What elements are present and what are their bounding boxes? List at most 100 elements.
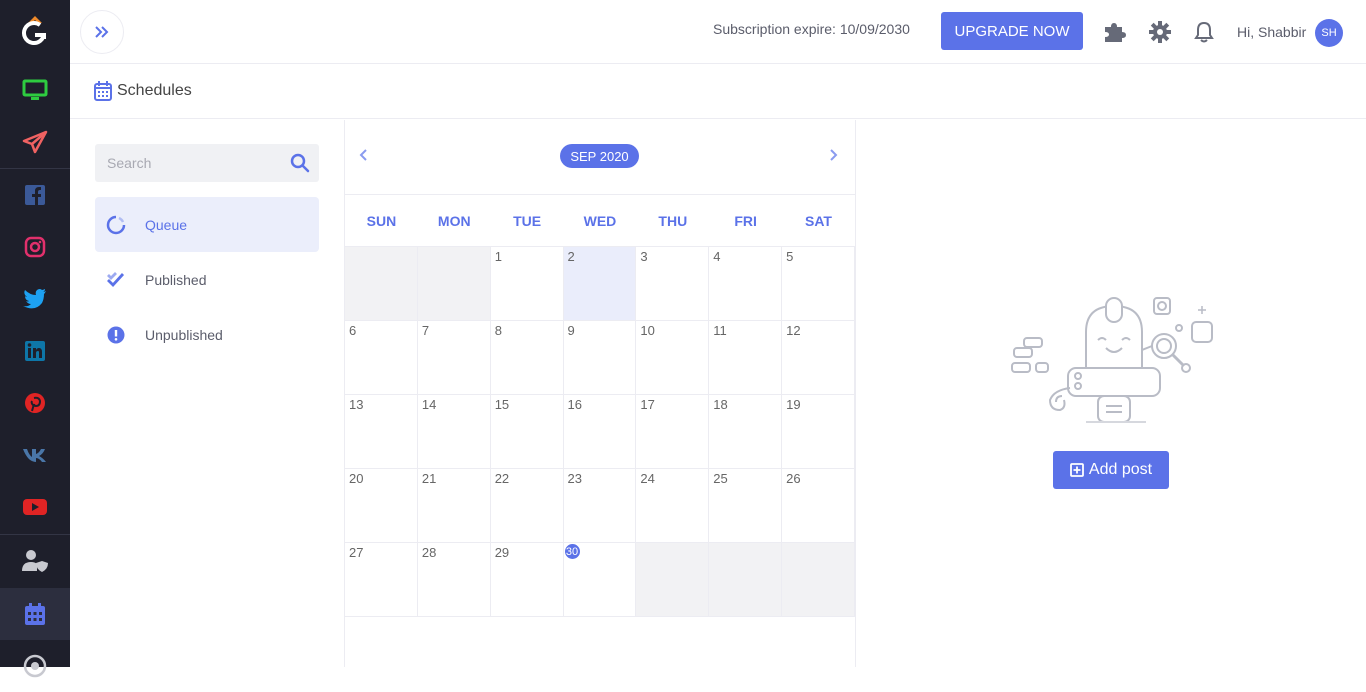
calendar-day-cell[interactable]: 30 [563, 543, 637, 617]
month-label[interactable]: SEP 2020 [560, 144, 639, 168]
filter-published[interactable]: Published [95, 252, 319, 307]
calendar-day-cell[interactable]: 27 [345, 543, 418, 617]
calendar-day-cell[interactable]: 13 [345, 395, 418, 469]
next-month-button[interactable] [824, 145, 844, 165]
day-number: 25 [713, 471, 728, 486]
calendar-day-cell[interactable]: 24 [636, 469, 710, 543]
chevron-double-right-icon [95, 26, 109, 38]
calendar-day-cell[interactable]: 7 [417, 321, 491, 395]
linkedin-icon [25, 341, 45, 361]
calendar-day-cell[interactable]: 21 [417, 469, 491, 543]
extensions-button[interactable] [1103, 20, 1127, 44]
subscription-expiry-text: Subscription expire: 10/09/2030 [713, 21, 910, 37]
day-number: 19 [786, 397, 801, 412]
calendar-day-cell[interactable]: 19 [782, 395, 855, 469]
day-number: 13 [349, 397, 364, 412]
calendar-day-cell[interactable]: 9 [563, 321, 637, 395]
calendar-day-cell[interactable]: 29 [490, 543, 564, 617]
calendar-day-cell[interactable]: 10 [636, 321, 710, 395]
sidebar-item-facebook[interactable] [0, 169, 70, 221]
instagram-icon [24, 236, 46, 258]
calendar-empty-cell [417, 247, 491, 321]
avatar[interactable]: SH [1315, 19, 1343, 47]
calendar-empty-cell [345, 247, 418, 321]
plus-square-icon [1070, 463, 1084, 477]
sidebar-item-schedules[interactable] [0, 588, 70, 640]
prev-month-button[interactable] [353, 145, 373, 165]
weekday-row: SUN MON TUE WED THU FRI SAT [345, 195, 855, 247]
sidebar-item-accounts[interactable] [0, 535, 70, 587]
empty-state-panel: Add post [856, 120, 1366, 667]
bell-icon [1194, 21, 1214, 43]
day-number: 8 [494, 323, 502, 338]
add-post-button[interactable]: Add post [1053, 451, 1169, 489]
page-header: Schedules [70, 65, 1366, 119]
circle-target-icon [23, 654, 47, 678]
calendar-day-cell[interactable]: 5 [782, 247, 855, 321]
circle-notch-icon [106, 215, 126, 235]
sidebar-item-instagram[interactable] [0, 221, 70, 273]
day-number: 1 [494, 249, 502, 264]
day-number: 23 [567, 471, 583, 486]
day-number: 10 [640, 323, 655, 338]
sidebar-item-vk[interactable] [0, 429, 70, 481]
calendar-day-cell[interactable]: 28 [417, 543, 491, 617]
calendar-day-cell[interactable]: 3 [636, 247, 710, 321]
calendar-day-cell[interactable]: 17 [636, 395, 710, 469]
user-greeting[interactable]: Hi, Shabbir [1237, 24, 1306, 40]
weekday-label: SAT [805, 212, 832, 229]
filter-queue[interactable]: Queue [95, 197, 319, 252]
day-number: 12 [786, 323, 801, 338]
calendar-header: SEP 2020 [345, 120, 855, 195]
topbar: Subscription expire: 10/09/2030 UPGRADE … [70, 0, 1366, 64]
day-number: 24 [640, 471, 655, 486]
paper-plane-icon [22, 130, 48, 154]
calendar-day-cell[interactable]: 6 [345, 321, 418, 395]
calendar-day-cell[interactable]: 4 [709, 247, 783, 321]
app-logo[interactable] [0, 0, 70, 64]
day-number: 14 [421, 397, 437, 412]
search-input[interactable] [95, 144, 285, 182]
day-number: 26 [786, 471, 801, 486]
day-number: 3 [640, 249, 648, 264]
calendar-day-cell[interactable]: 16 [563, 395, 637, 469]
calendar-day-cell[interactable]: 26 [782, 469, 855, 543]
sidebar-item-settings[interactable] [0, 640, 70, 692]
weekday-label: MON [437, 212, 471, 229]
search-icon[interactable] [290, 153, 310, 173]
filter-label: Published [145, 271, 207, 288]
day-number: 21 [421, 471, 437, 486]
sidebar-item-linkedin[interactable] [0, 325, 70, 377]
calendar-day-cell[interactable]: 15 [490, 395, 564, 469]
monitor-icon [22, 79, 48, 100]
sidebar-item-dashboard[interactable] [0, 64, 70, 116]
calendar-day-cell[interactable]: 25 [709, 469, 783, 543]
calendar-day-cell[interactable]: 23 [563, 469, 637, 543]
double-check-icon [107, 272, 125, 288]
day-number: 2 [567, 249, 575, 264]
puzzle-icon [1105, 23, 1126, 42]
calendar-day-cell[interactable]: 2 [563, 247, 637, 321]
calendar-day-cell[interactable]: 14 [417, 395, 491, 469]
settings-button[interactable] [1148, 20, 1172, 44]
day-number: 5 [786, 249, 794, 264]
calendar-empty-cell [782, 543, 855, 617]
calendar-day-cell[interactable]: 12 [782, 321, 855, 395]
pinterest-icon [25, 393, 45, 413]
chevron-right-icon [830, 149, 838, 161]
calendar-day-cell[interactable]: 18 [709, 395, 783, 469]
sidebar-item-twitter[interactable] [0, 273, 70, 325]
sidebar-item-post[interactable] [0, 116, 70, 168]
filter-unpublished[interactable]: Unpublished [95, 307, 319, 362]
sidebar-toggle-button[interactable] [80, 10, 124, 54]
notifications-button[interactable] [1192, 20, 1216, 44]
calendar-icon [25, 603, 45, 625]
sidebar-item-pinterest[interactable] [0, 377, 70, 429]
sidebar-item-youtube[interactable] [0, 481, 70, 533]
calendar-day-cell[interactable]: 22 [490, 469, 564, 543]
upgrade-now-button[interactable]: UPGRADE NOW [941, 12, 1083, 50]
calendar-day-cell[interactable]: 1 [490, 247, 564, 321]
calendar-day-cell[interactable]: 8 [490, 321, 564, 395]
calendar-day-cell[interactable]: 20 [345, 469, 418, 543]
calendar-day-cell[interactable]: 11 [709, 321, 783, 395]
